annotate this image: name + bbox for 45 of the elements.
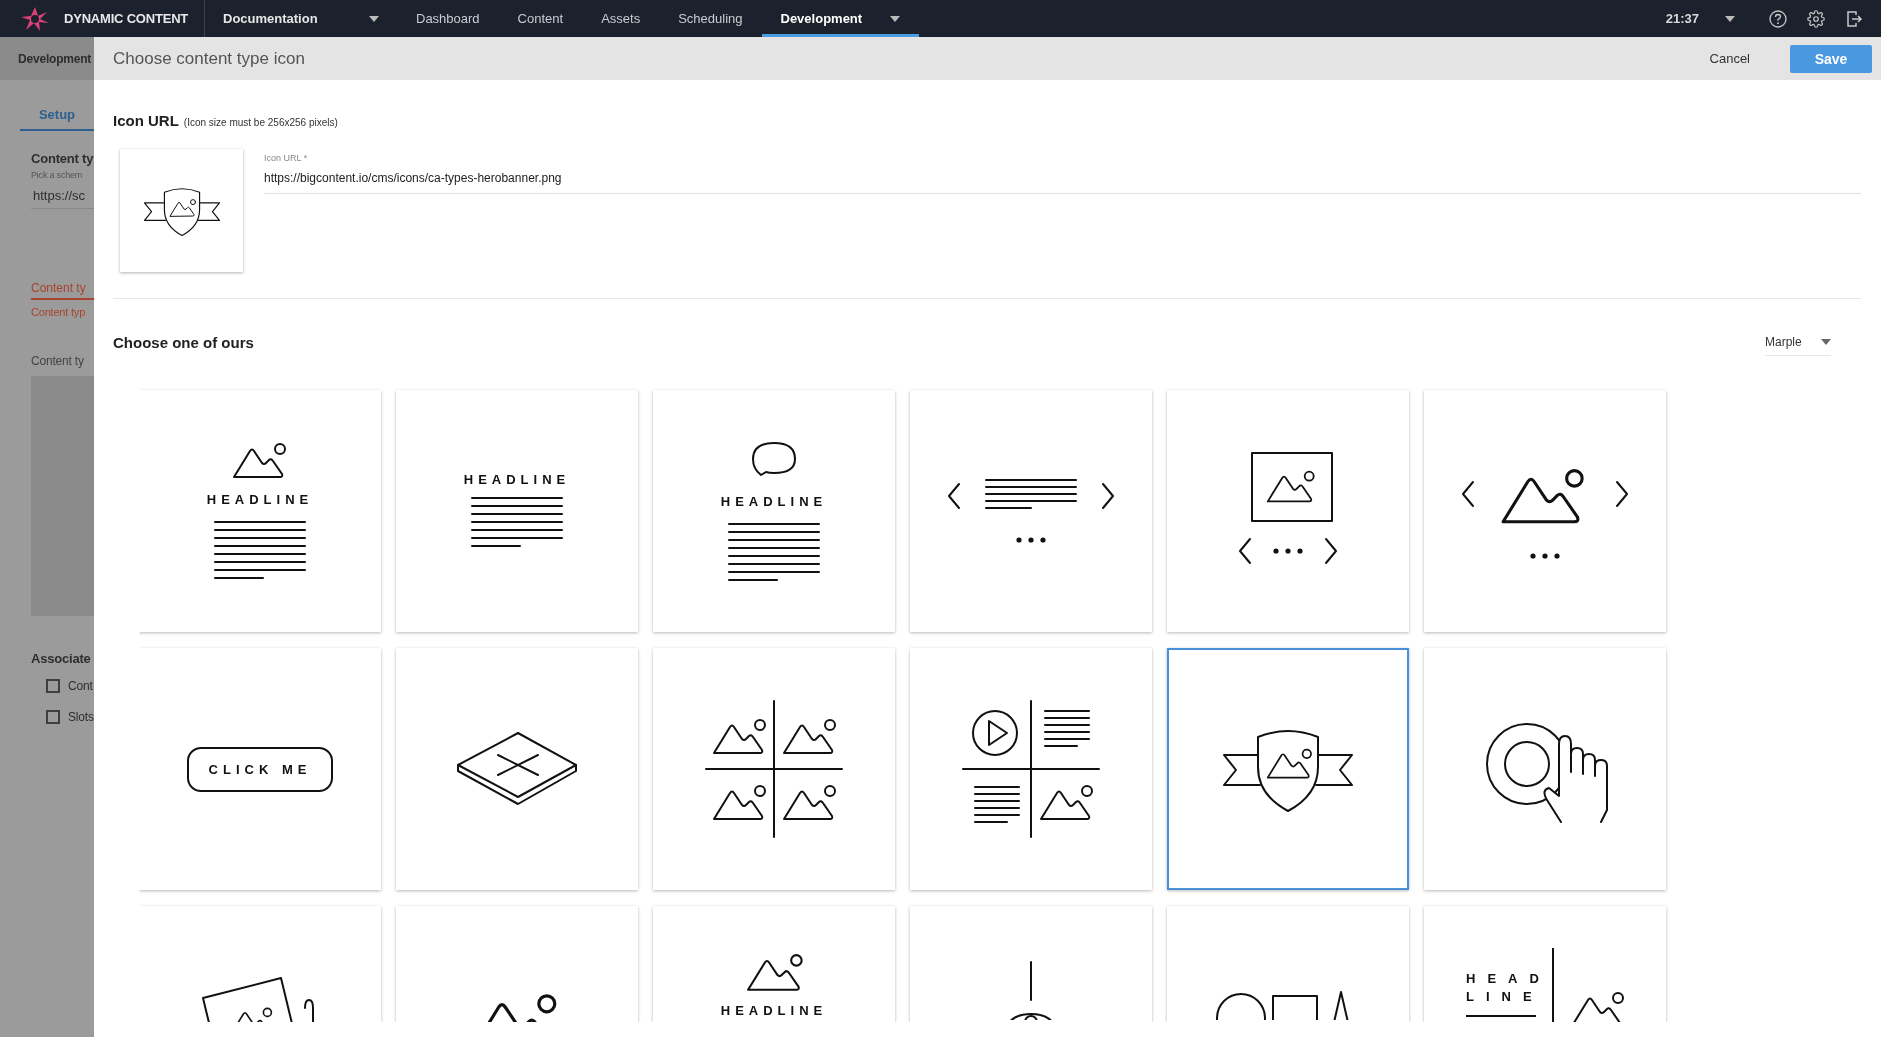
hub-dropdown[interactable]: Documentation <box>205 0 397 37</box>
section-heading: Associate <box>31 651 92 666</box>
headline-text: HEADLINE <box>720 493 828 511</box>
field-label: Icon URL * <box>264 153 309 163</box>
headline-text: HEAD LINE <box>1466 970 1538 1006</box>
dialog-title: Choose content type icon <box>113 48 306 69</box>
icon-url-field[interactable]: https://bigcontent.io/cms/icons/ca-types-herobanner.png <box>264 171 1861 185</box>
caret-icon <box>1821 339 1831 345</box>
error-message: Content typ <box>31 306 87 318</box>
field-hint: Pick a schem <box>31 170 84 180</box>
icon-option[interactable]: HEADLINE <box>396 390 638 632</box>
caret-icon <box>890 15 901 22</box>
preview-label: Content ty <box>31 354 85 368</box>
nav-tab[interactable]: Content <box>498 0 583 37</box>
caret-icon <box>369 15 379 22</box>
icon-option[interactable]: HEADLINE <box>653 906 895 1022</box>
section-heading: Icon URL <box>113 112 179 129</box>
checkbox[interactable] <box>46 679 60 693</box>
icon-option[interactable]: HEADLINE <box>653 390 895 632</box>
headline-text: HEADLINE <box>206 491 314 509</box>
section-heading: Content ty <box>31 151 94 166</box>
headline-text: HEADLINE <box>463 471 571 489</box>
icon-option[interactable]: HEADLINE <box>139 390 381 632</box>
size-note: (Icon size must be 256x256 pixels) <box>183 117 338 128</box>
caret-icon <box>1725 15 1735 22</box>
nav-tab[interactable]: Dashboard <box>397 0 499 37</box>
theme-dropdown[interactable]: Marple <box>1765 329 1831 356</box>
cancel-button[interactable]: Cancel <box>1709 51 1750 66</box>
help-icon[interactable] <box>1767 7 1789 30</box>
section-heading: Choose one of ours <box>113 334 254 351</box>
nav-tab[interactable]: Assets <box>582 0 660 37</box>
checkbox-label: Slots <box>68 710 94 724</box>
clock-time: 21:37 <box>1665 11 1699 26</box>
logo-icon <box>20 5 50 32</box>
icon-option[interactable] <box>910 648 1152 890</box>
headline-text: HEADLINE <box>720 1002 828 1020</box>
icon-option[interactable]: HEAD LINE <box>1424 906 1666 1022</box>
checkbox[interactable] <box>46 710 60 724</box>
checkbox-label: Cont <box>68 679 93 693</box>
settings-icon[interactable] <box>1805 7 1827 30</box>
icon-option[interactable] <box>653 648 895 890</box>
icon-option[interactable]: CLICK ME <box>139 648 381 890</box>
brand-name: DYNAMIC CONTENT <box>64 11 189 26</box>
click-me-drawing: CLICK ME <box>186 746 334 792</box>
nav-tab[interactable]: Scheduling <box>659 0 762 37</box>
